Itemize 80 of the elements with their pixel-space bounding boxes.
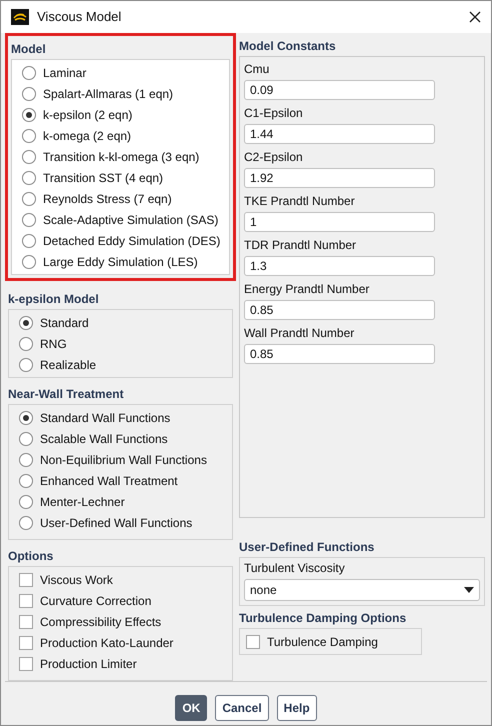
input-field[interactable]: 0.85 (244, 300, 435, 320)
radio-button[interactable] (19, 494, 33, 508)
radio-button[interactable] (19, 474, 33, 488)
primary-button[interactable]: OK (175, 694, 208, 720)
group-heading: Near-Wall Treatment (8, 386, 125, 403)
radio-button[interactable] (19, 316, 33, 330)
field-label: Cmu (244, 61, 270, 78)
radio-label: Standard Wall Functions (40, 410, 170, 426)
radio-button[interactable] (22, 66, 36, 80)
field-label: Turbulent Viscosity (244, 560, 346, 577)
radio-button[interactable] (22, 234, 36, 248)
checkbox-label: Production Kato-Launder (40, 634, 174, 652)
checkbox-label: Compressibility Effects (40, 614, 162, 630)
radio-button[interactable] (19, 336, 33, 350)
radio-label: Large Eddy Simulation (LES) (43, 254, 198, 270)
radio-label: Menter-Lechner (40, 494, 125, 510)
radio-button[interactable] (19, 410, 33, 424)
radio-label: User-Defined Wall Functions (40, 514, 192, 532)
checkbox-label: Production Limiter (40, 656, 137, 672)
radio-button[interactable] (22, 86, 36, 100)
radio-button[interactable] (19, 516, 33, 530)
group-heading: Model (11, 41, 47, 58)
field-label: C1-Epsilon (244, 105, 304, 122)
radio-button[interactable] (22, 128, 36, 142)
dialog-button[interactable]: Cancel (215, 694, 269, 720)
app-logo-icon (11, 9, 29, 25)
group-heading: Options (8, 548, 54, 565)
checkbox-label: Curvature Correction (40, 592, 152, 610)
window-title: Viscous Model (37, 8, 122, 26)
checkbox[interactable] (19, 636, 33, 650)
radio-button[interactable] (19, 432, 33, 446)
dialog-button[interactable]: Help (276, 694, 317, 720)
radio-label: Laminar (43, 64, 86, 82)
input-field[interactable]: 0.09 (244, 80, 435, 100)
radio-button[interactable] (22, 108, 36, 122)
dropdown[interactable]: none (244, 579, 480, 601)
checkbox[interactable] (19, 614, 33, 628)
checkbox[interactable] (246, 634, 260, 648)
radio-label: Transition SST (4 eqn) (43, 170, 164, 186)
input-field[interactable]: 1 (244, 212, 435, 232)
radio-label: Spalart-Allmaras (1 eqn) (43, 86, 174, 102)
field-label: Wall Prandtl Number (244, 325, 356, 342)
radio-button[interactable] (22, 254, 36, 268)
radio-label: Detached Eddy Simulation (DES) (43, 232, 220, 250)
radio-label: Reynolds Stress (7 eqn) (43, 190, 172, 208)
checkbox-label: Viscous Work (40, 572, 113, 588)
field-label: Energy Prandtl Number (244, 281, 370, 298)
group-heading: k-epsilon Model (8, 291, 100, 308)
checkbox[interactable] (19, 656, 33, 670)
radio-label: Enhanced Wall Treatment (40, 472, 178, 490)
checkbox[interactable] (19, 594, 33, 608)
close-icon[interactable] (469, 11, 481, 23)
radio-button[interactable] (22, 170, 36, 184)
radio-button[interactable] (22, 192, 36, 206)
input-field[interactable]: 0.85 (244, 344, 435, 364)
checkbox[interactable] (19, 572, 33, 586)
radio-button[interactable] (22, 150, 36, 164)
radio-button[interactable] (19, 452, 33, 466)
radio-label: Realizable (40, 356, 96, 374)
group-heading: Turbulence Damping Options (239, 610, 408, 627)
radio-label: RNG (40, 336, 67, 352)
field-label: C2-Epsilon (244, 149, 304, 166)
radio-label: k-omega (2 eqn) (43, 128, 132, 144)
radio-button[interactable] (22, 212, 36, 226)
field-label: TDR Prandtl Number (244, 237, 358, 254)
radio-label: Non-Equilibrium Wall Functions (40, 452, 207, 468)
input-field[interactable]: 1.92 (244, 168, 435, 188)
group-heading: Model Constants (239, 38, 337, 55)
group-heading: User-Defined Functions (239, 539, 376, 556)
input-field[interactable]: 1.44 (244, 124, 435, 144)
checkbox-label: Turbulence Damping (267, 634, 378, 650)
radio-label: k-epsilon (2 eqn) (43, 106, 132, 124)
radio-label: Scalable Wall Functions (40, 430, 168, 448)
field-label: TKE Prandtl Number (244, 193, 356, 210)
radio-label: Transition k-kl-omega (3 eqn) (43, 148, 200, 166)
radio-label: Standard (40, 314, 89, 332)
radio-label: Scale-Adaptive Simulation (SAS) (43, 212, 218, 228)
radio-button[interactable] (19, 358, 33, 372)
input-field[interactable]: 1.3 (244, 256, 435, 276)
caret-icon (464, 587, 474, 593)
